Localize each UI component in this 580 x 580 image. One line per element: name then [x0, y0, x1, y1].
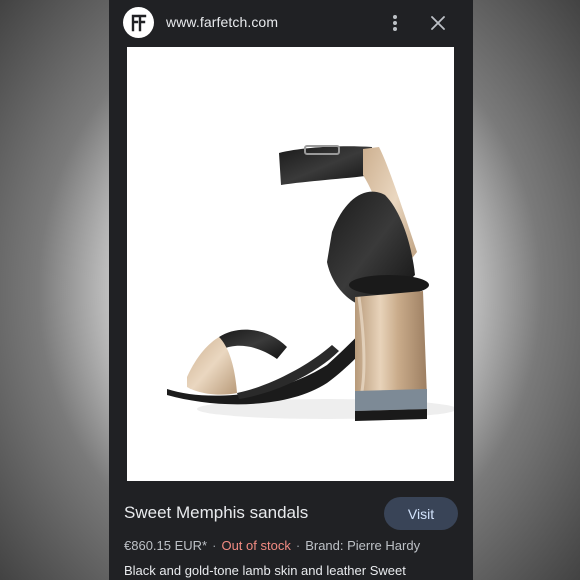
- visit-button[interactable]: Visit: [384, 497, 458, 530]
- site-logo[interactable]: [123, 7, 154, 38]
- product-title[interactable]: Sweet Memphis sandals: [124, 503, 308, 523]
- product-description: Black and gold-tone lamb skin and leathe…: [124, 563, 406, 578]
- close-button[interactable]: [427, 12, 449, 34]
- farfetch-logo-icon: [131, 14, 146, 31]
- product-meta: €860.15 EUR* · Out of stock · Brand: Pierre …: [124, 538, 420, 553]
- more-options-button[interactable]: [385, 12, 405, 34]
- more-vert-icon: [393, 15, 397, 31]
- price: €860.15 EUR*: [124, 538, 208, 553]
- separator-dot: ·: [295, 538, 301, 553]
- close-icon: [431, 16, 445, 30]
- lens-result-panel: www.farfetch.com Sweet Memphis sandals V…: [109, 0, 473, 580]
- product-image-area[interactable]: [127, 47, 454, 481]
- sandal-product-image: [167, 145, 454, 421]
- stock-status: Out of stock: [221, 538, 291, 553]
- site-url[interactable]: www.farfetch.com: [166, 14, 278, 30]
- top-bar: www.farfetch.com: [109, 0, 473, 46]
- brand: Brand: Pierre Hardy: [305, 538, 421, 553]
- separator-dot: ·: [212, 538, 217, 553]
